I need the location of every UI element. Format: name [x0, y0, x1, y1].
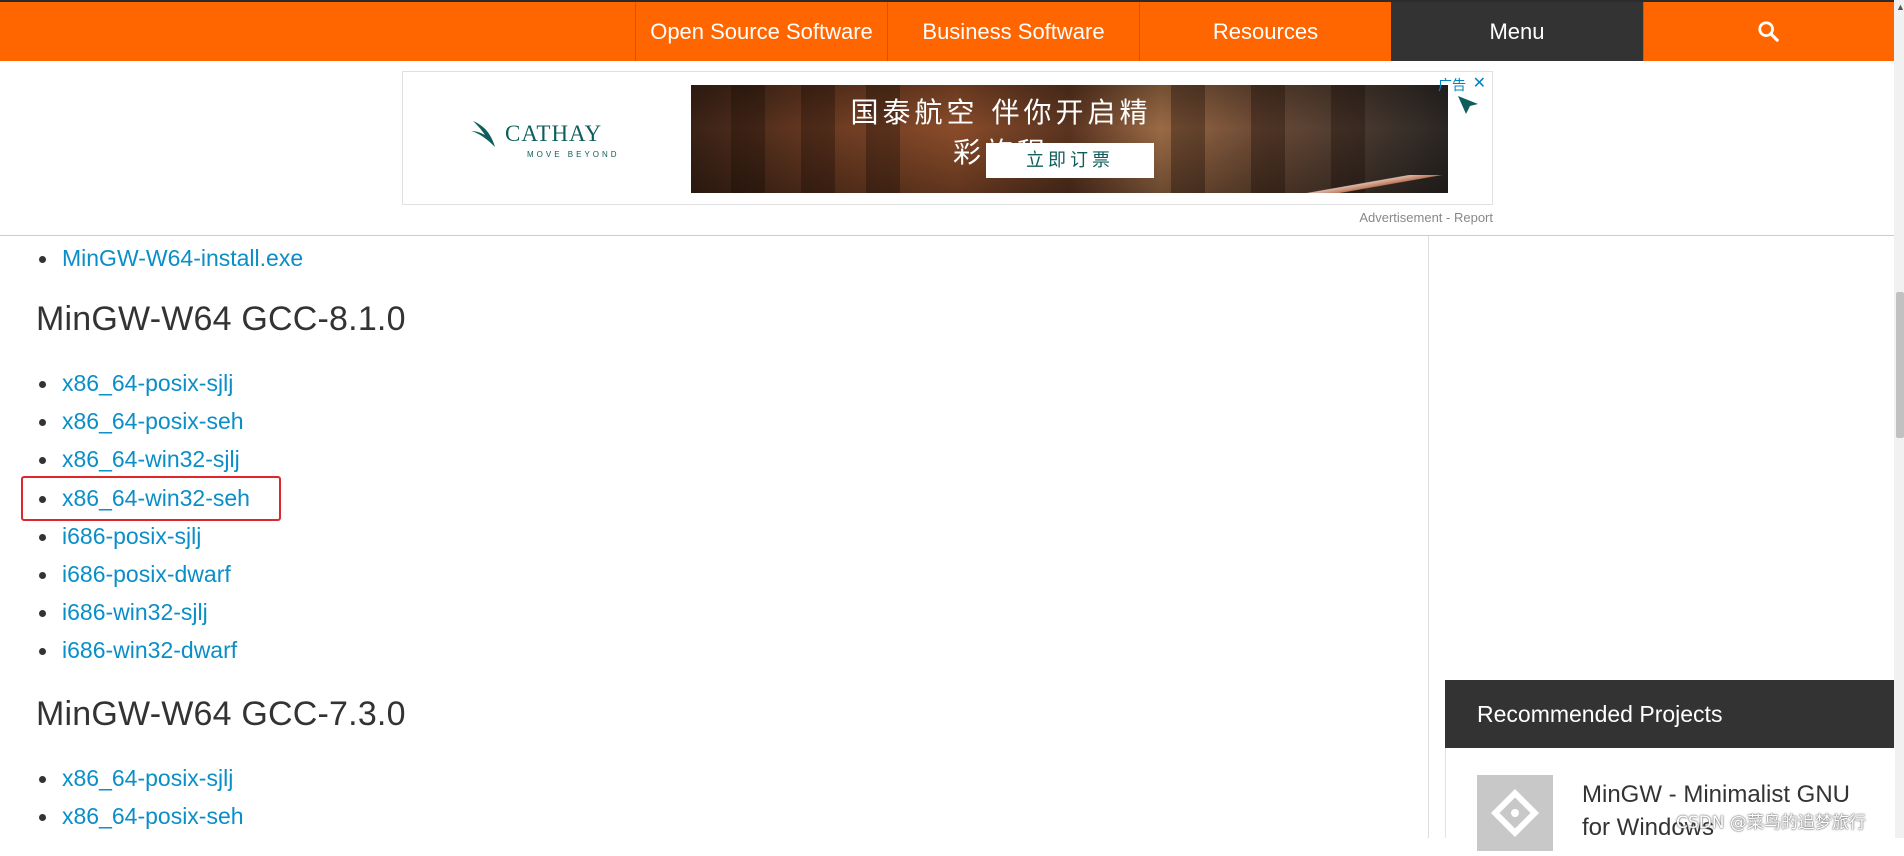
download-link[interactable]: i686-posix-sjlj: [62, 523, 201, 549]
csdn-watermark: CSDN @菜鸟的追梦旅行: [1676, 813, 1866, 833]
content-divider: [0, 235, 1894, 236]
project-diamond-icon: [1490, 788, 1540, 838]
adchoices-arrow-icon[interactable]: [1456, 94, 1480, 116]
list-item: x86_64-posix-sjlj: [36, 759, 244, 797]
list-item: x86_64-win32-sjlj: [36, 440, 250, 478]
nav-resources[interactable]: Resources: [1139, 2, 1391, 61]
list-item: i686-win32-dwarf: [36, 631, 250, 669]
download-link[interactable]: x86_64-posix-seh: [62, 803, 244, 829]
list-item: i686-posix-dwarf: [36, 555, 250, 593]
list-item: i686-win32-sjlj: [36, 593, 250, 631]
download-link[interactable]: x86_64-win32-sjlj: [62, 446, 240, 472]
section-heading-gcc-7-3-0: MinGW-W64 GCC-7.3.0: [36, 695, 406, 733]
ad-book-now-button[interactable]: 立即订票: [986, 143, 1154, 178]
page-scrollbar-thumb[interactable]: [1896, 292, 1904, 438]
recommended-projects-header: Recommended Projects: [1445, 680, 1894, 748]
scroll-up-arrow-icon[interactable]: ▲: [1896, 2, 1904, 16]
list-item: x86_64-posix-seh: [36, 797, 244, 835]
gcc-7-3-0-link-list: x86_64-posix-sjlj x86_64-posix-seh: [36, 759, 244, 835]
ad-image-stripe: [1181, 175, 1448, 193]
ad-close-icon[interactable]: ✕: [1473, 73, 1486, 93]
cathay-brand-name: CATHAY: [505, 121, 603, 146]
nav-business-software[interactable]: Business Software: [887, 2, 1139, 61]
list-item: i686-posix-sjlj: [36, 517, 250, 555]
ad-report-link[interactable]: Advertisement - Report: [1359, 210, 1493, 225]
ad-image[interactable]: 国泰航空 伴你开启精彩旅程 立即订票: [691, 85, 1448, 193]
search-button[interactable]: [1643, 2, 1894, 61]
list-item: x86_64-posix-seh: [36, 402, 250, 440]
cathay-logo: CATHAY MOVE BEYOND: [469, 117, 639, 167]
download-link[interactable]: x86_64-posix-sjlj: [62, 370, 233, 396]
section-heading-gcc-8-1-0: MinGW-W64 GCC-8.1.0: [36, 300, 406, 338]
mingw-w64-install-link[interactable]: MinGW-W64-install.exe: [62, 245, 303, 271]
list-item: MinGW-W64-install.exe: [36, 239, 303, 277]
highlight-annotation-box: [21, 476, 281, 521]
download-link[interactable]: i686-win32-sjlj: [62, 599, 208, 625]
ad-label[interactable]: 广告: [1438, 75, 1466, 95]
download-link[interactable]: x86_64-posix-seh: [62, 408, 244, 434]
download-link[interactable]: x86_64-posix-sjlj: [62, 765, 233, 791]
project-thumbnail[interactable]: [1477, 775, 1553, 851]
install-link-list: MinGW-W64-install.exe: [36, 239, 303, 277]
cathay-tagline: MOVE BEYOND: [527, 150, 620, 159]
cathay-brushwing-icon: [471, 121, 495, 147]
top-nav-bar: Open Source Software Business Software R…: [0, 2, 1894, 61]
advertisement-banner[interactable]: CATHAY MOVE BEYOND 国泰航空 伴你开启精彩旅程 立即订票 广告…: [402, 71, 1493, 205]
list-item: x86_64-posix-sjlj: [36, 364, 250, 402]
download-link[interactable]: i686-posix-dwarf: [62, 561, 231, 587]
sidebar-divider: [1428, 236, 1429, 838]
nav-open-source-software[interactable]: Open Source Software: [635, 2, 887, 61]
search-icon: [1758, 20, 1779, 42]
download-link[interactable]: i686-win32-dwarf: [62, 637, 237, 663]
menu-button[interactable]: Menu: [1391, 2, 1643, 61]
